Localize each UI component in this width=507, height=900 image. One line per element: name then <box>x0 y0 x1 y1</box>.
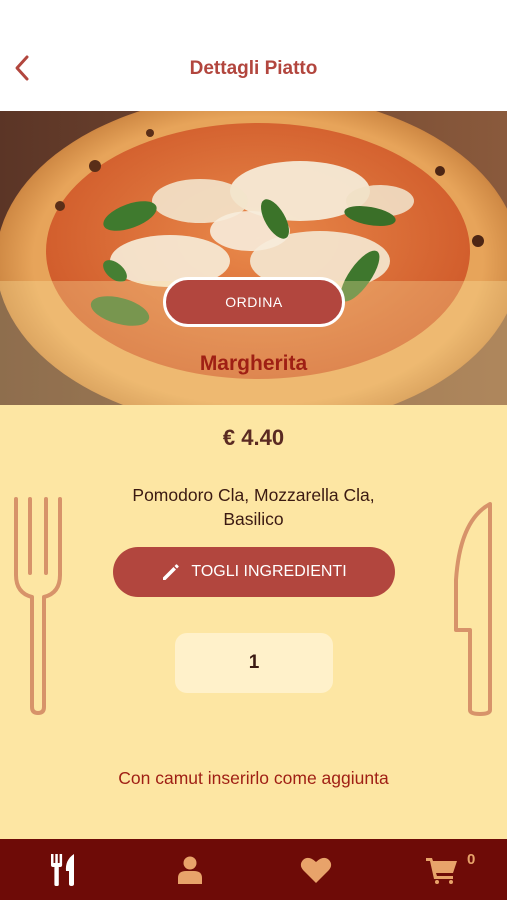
pencil-icon <box>163 564 180 580</box>
user-icon <box>178 856 202 884</box>
tab-profile[interactable] <box>160 839 220 900</box>
tab-bar <box>0 839 507 900</box>
dish-name: Margherita <box>199 352 308 375</box>
quantity-field[interactable]: 1 <box>175 633 333 693</box>
tab-cart[interactable] <box>412 839 472 900</box>
ingredients-text: Pomodoro Cla, Mozzarella Cla, Basilico <box>132 485 375 529</box>
remove-ingredients-button[interactable]: TOGLI INGREDIENTI <box>113 547 395 597</box>
page-title: Dettagli Piatto <box>189 58 318 79</box>
knife-icon <box>454 502 492 716</box>
dish-price: € 4.40 <box>222 425 285 450</box>
fork-icon <box>14 497 62 715</box>
fork-knife-icon <box>51 853 74 886</box>
cart-icon <box>426 857 457 884</box>
note-text: Con camut inserirlo come aggiunta <box>118 768 389 788</box>
tab-favorites[interactable] <box>286 839 346 900</box>
heart-icon <box>300 857 332 883</box>
header-bar: Dettagli Piatto <box>0 0 507 111</box>
order-button[interactable]: ORDINA <box>163 277 345 327</box>
tab-menu[interactable] <box>34 839 94 900</box>
cart-count-badge: 0 <box>467 851 476 868</box>
remove-ingredients-label: TOGLI INGREDIENTI <box>191 563 347 580</box>
